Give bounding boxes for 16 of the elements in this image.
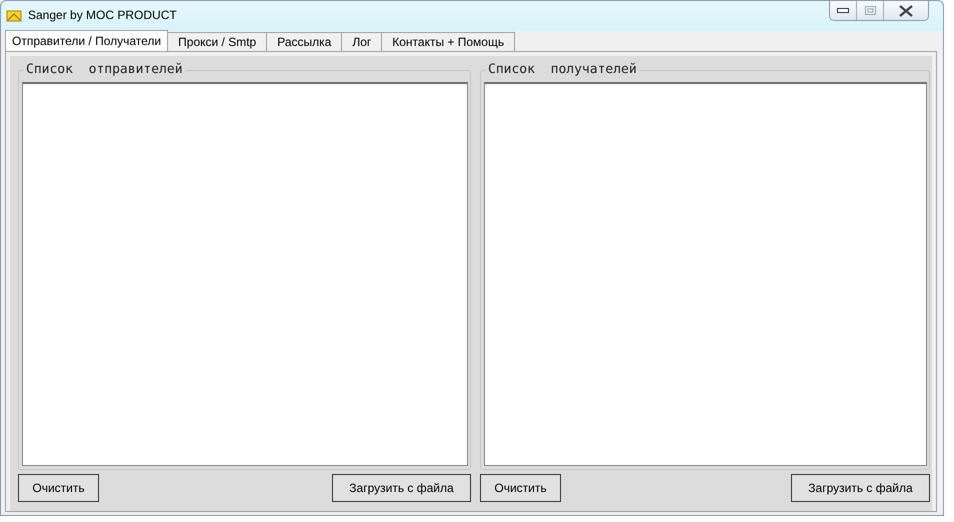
clear-button[interactable]: Очистить <box>480 474 561 502</box>
close-icon <box>898 4 914 16</box>
load-file-button[interactable]: Загрузить с файла <box>791 474 930 502</box>
minimize-button[interactable] <box>830 1 857 20</box>
window-title: Sanger by MOC PRODUCT <box>28 8 177 22</box>
load-file-button[interactable]: Загрузить с файла <box>332 474 471 502</box>
clear-button[interactable]: Очистить <box>18 474 99 502</box>
tab[interactable]: Отправители / Получатели <box>5 30 168 51</box>
group-title: Список получателей <box>485 62 640 77</box>
maximize-icon <box>864 6 876 15</box>
tab[interactable]: Прокси / Smtp <box>167 32 268 51</box>
app-icon <box>6 8 22 22</box>
group-title: Список отправителей <box>23 62 186 77</box>
minimize-icon <box>837 8 849 13</box>
close-button[interactable] <box>884 1 928 20</box>
tab[interactable]: Контакты + Помощь <box>381 32 516 51</box>
